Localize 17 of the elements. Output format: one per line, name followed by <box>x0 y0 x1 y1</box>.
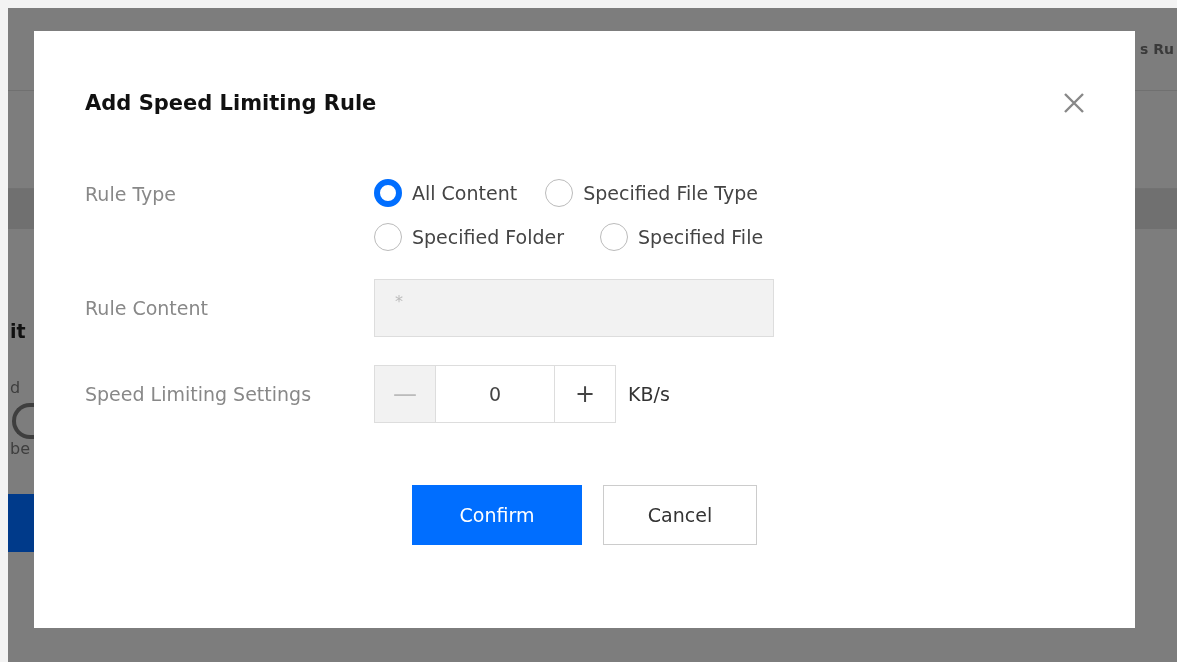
page-text: be <box>10 439 30 458</box>
close-icon[interactable] <box>1063 92 1085 114</box>
cancel-button[interactable]: Cancel <box>603 485 757 545</box>
confirm-button[interactable]: Confirm <box>412 485 582 545</box>
unit-label: KB/s <box>628 383 670 405</box>
section-heading: it <box>10 320 26 342</box>
field-label: Rule Content <box>85 297 209 319</box>
page-heading: s Ru <box>1140 41 1174 57</box>
field-label: Speed Limiting Settings <box>85 383 313 405</box>
radio-option[interactable]: Specified File <box>600 223 764 251</box>
dialog-title: Add Speed Limiting Rule <box>85 91 377 115</box>
radio-option[interactable]: All Content <box>374 179 518 207</box>
radio-button[interactable] <box>374 179 402 207</box>
radio-option[interactable]: Specified File Type <box>545 179 758 207</box>
radio-option[interactable]: Specified Folder <box>374 223 564 251</box>
page-text: d <box>10 378 21 397</box>
field-label: Rule Type <box>85 183 178 205</box>
